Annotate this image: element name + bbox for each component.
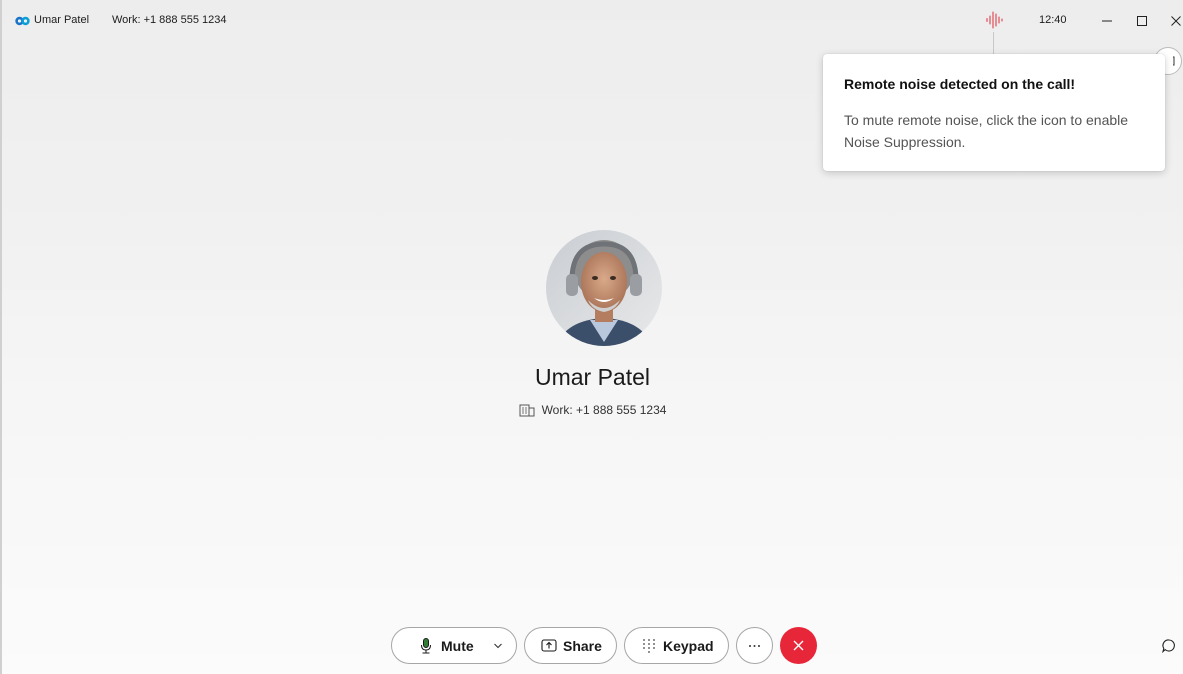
call-window: Umar Patel Work: +1 888 555 1234 12:40 R… bbox=[0, 0, 1183, 674]
contact-phone: Work: +1 888 555 1234 bbox=[541, 403, 667, 417]
chevron-down-icon[interactable] bbox=[493, 642, 503, 650]
keypad-button[interactable]: Keypad bbox=[624, 627, 729, 664]
popup-title: Remote noise detected on the call! bbox=[844, 76, 1076, 92]
close-icon bbox=[1171, 16, 1181, 26]
close-button[interactable] bbox=[1163, 8, 1183, 34]
share-label: Share bbox=[563, 637, 602, 654]
ellipsis-icon bbox=[749, 645, 760, 647]
webex-logo-icon bbox=[15, 16, 30, 26]
call-timer: 12:40 bbox=[1039, 14, 1067, 26]
contact-phone-row: Work: +1 888 555 1234 bbox=[2, 403, 1183, 417]
keypad-icon bbox=[643, 639, 655, 653]
close-icon bbox=[793, 640, 804, 651]
title-contact-name: Umar Patel bbox=[34, 14, 90, 26]
chat-bubble-icon[interactable] bbox=[1160, 637, 1178, 655]
mute-button[interactable]: Mute bbox=[391, 627, 517, 664]
noise-notification-popup: Remote noise detected on the call! To mu… bbox=[823, 54, 1165, 171]
noise-waveform-icon[interactable] bbox=[984, 9, 1006, 31]
maximize-button[interactable] bbox=[1129, 8, 1155, 34]
microphone-icon bbox=[421, 638, 431, 654]
mute-label: Mute bbox=[441, 637, 474, 654]
minimize-button[interactable] bbox=[1094, 8, 1120, 34]
maximize-icon bbox=[1137, 16, 1147, 26]
building-icon bbox=[519, 404, 535, 417]
end-call-button[interactable] bbox=[780, 627, 817, 664]
avatar-photo bbox=[546, 230, 662, 346]
share-button[interactable]: Share bbox=[524, 627, 617, 664]
more-options-button[interactable] bbox=[736, 627, 773, 664]
keypad-label: Keypad bbox=[663, 637, 714, 654]
minimize-icon bbox=[1102, 20, 1112, 22]
title-bar: Umar Patel Work: +1 888 555 1234 12:40 bbox=[2, 0, 1183, 54]
avatar bbox=[546, 230, 662, 346]
share-screen-icon bbox=[541, 639, 557, 652]
call-controls: Mute Share Keypad bbox=[2, 627, 1183, 665]
title-phone-number: Work: +1 888 555 1234 bbox=[112, 14, 227, 26]
contact-name: Umar Patel bbox=[534, 364, 651, 390]
popup-pointer-line bbox=[993, 32, 994, 54]
popup-body: To mute remote noise, click the icon to … bbox=[844, 112, 1129, 150]
